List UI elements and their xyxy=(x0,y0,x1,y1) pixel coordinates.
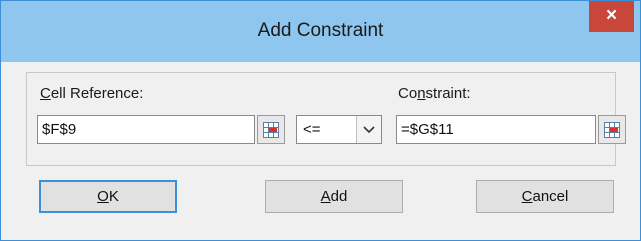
operator-selected-value: <= xyxy=(303,121,321,138)
cancel-button[interactable]: Cancel xyxy=(476,180,614,213)
close-icon: × xyxy=(605,5,618,26)
range-select-icon xyxy=(263,122,279,138)
add-button[interactable]: Add xyxy=(265,180,403,213)
add-constraint-dialog: Add Constraint × Cell Reference: $F$9 <=… xyxy=(0,0,641,241)
constraint-input[interactable]: =$G$11 xyxy=(396,115,596,144)
range-select-icon xyxy=(604,122,620,138)
constraint-group-box: Cell Reference: $F$9 <= Constraint: =$G$… xyxy=(26,72,626,166)
operator-dropdown-toggle[interactable] xyxy=(356,116,381,143)
dialog-body: Cell Reference: $F$9 <= Constraint: =$G$… xyxy=(9,62,632,232)
constraint-collapse-button[interactable] xyxy=(598,115,626,144)
ok-button[interactable]: OK xyxy=(39,180,177,213)
cell-reference-accelerator: C xyxy=(40,85,51,102)
cell-reference-label: Cell Reference: xyxy=(40,85,144,102)
constraint-accelerator: n xyxy=(417,85,426,102)
operator-dropdown[interactable]: <= xyxy=(296,115,382,144)
dialog-title: Add Constraint xyxy=(257,20,384,41)
cell-reference-input[interactable]: $F$9 xyxy=(37,115,255,144)
chevron-down-icon xyxy=(363,126,375,134)
close-button[interactable]: × xyxy=(589,1,634,32)
constraint-label: Constraint: xyxy=(398,85,471,102)
cell-reference-collapse-button[interactable] xyxy=(257,115,285,144)
title-bar[interactable]: Add Constraint × xyxy=(1,1,640,62)
